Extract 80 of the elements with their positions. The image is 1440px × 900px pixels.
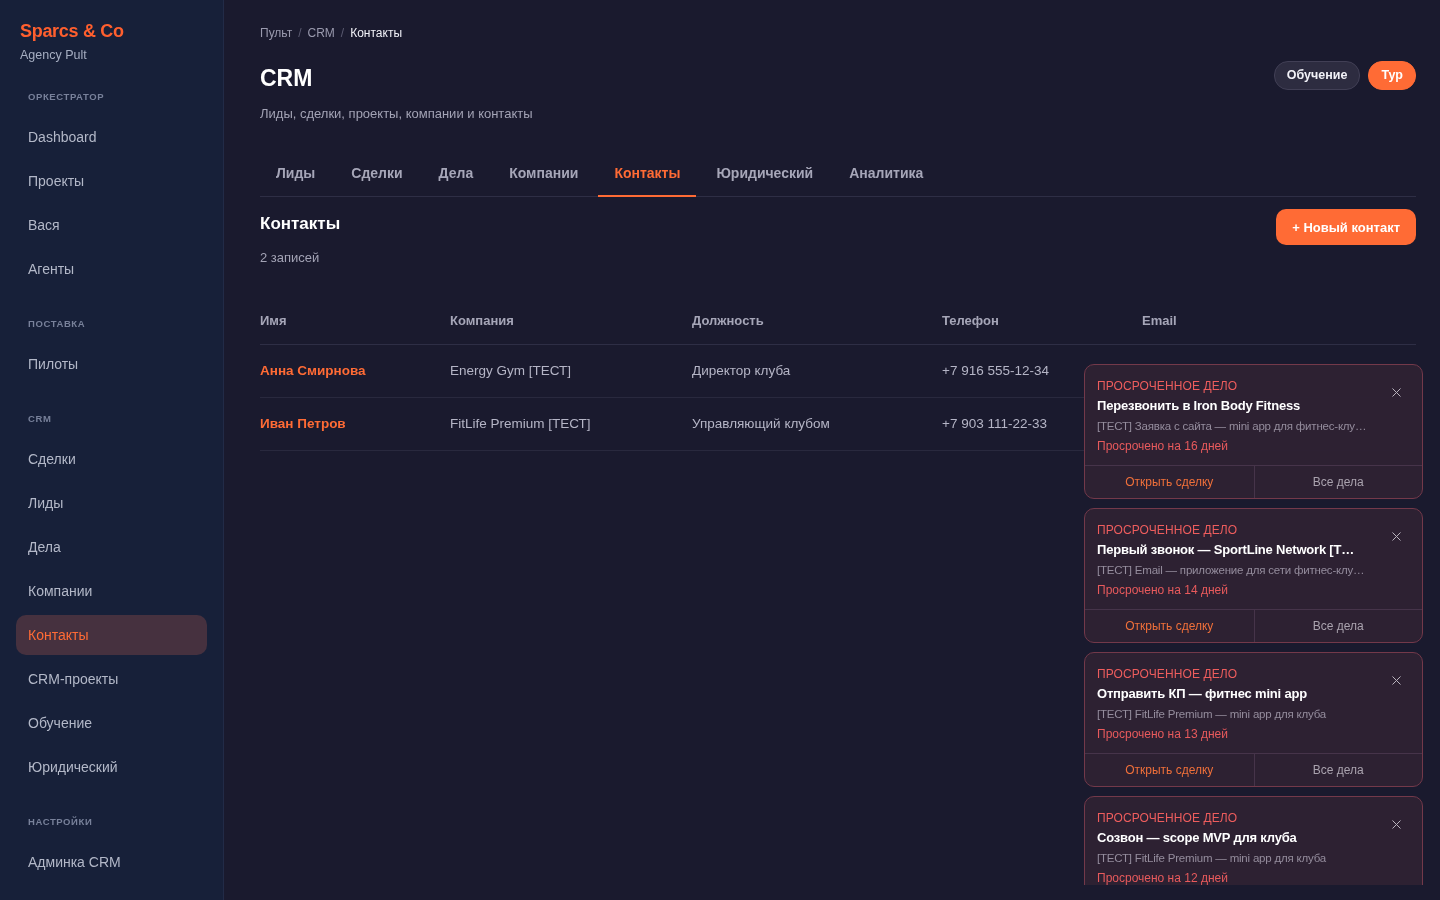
sidebar-item[interactable]: Пилоты bbox=[16, 344, 207, 384]
notification-label: ПРОСРОЧЕННОЕ ДЕЛО bbox=[1097, 378, 1238, 395]
brand-name: Sparcs & Co bbox=[20, 20, 124, 42]
table-cell: Директор клуба bbox=[692, 363, 791, 378]
notification-description: [ТЕСТ] Заявка с сайта — mini app для фитнес-клу… bbox=[1097, 419, 1367, 434]
notification-title: Отправить КП — фитнес mini app bbox=[1097, 685, 1307, 703]
notification-action-button[interactable]: Открыть сделку bbox=[1085, 754, 1254, 786]
sidebar-item[interactable]: Обучение bbox=[16, 703, 207, 743]
notification-description: [ТЕСТ] FitLife Premium — mini app для клуба bbox=[1097, 707, 1326, 722]
sidebar-item[interactable]: Дела bbox=[16, 527, 207, 567]
page-title: CRM bbox=[260, 64, 313, 92]
section-heading: ОРКЕСТРАТОР bbox=[28, 90, 105, 104]
record-count: 2 записей bbox=[260, 249, 320, 267]
sidebar-item[interactable]: Вася bbox=[16, 205, 207, 245]
sidebar-item[interactable]: CRM-проекты bbox=[16, 659, 207, 699]
section-title: Контакты bbox=[260, 213, 341, 235]
sidebar-item[interactable]: Лиды bbox=[16, 483, 207, 523]
breadcrumb-separator: / bbox=[340, 25, 345, 41]
tab[interactable]: Юридический bbox=[700, 151, 830, 197]
tab[interactable]: Аналитика bbox=[833, 151, 940, 197]
brand-subtitle: Agency Pult bbox=[20, 47, 87, 63]
notification-description: [ТЕСТ] FitLife Premium — mini app для клуба bbox=[1097, 851, 1326, 866]
section-heading: ПОСТАВКА bbox=[28, 317, 86, 331]
notification-action-button[interactable]: Открыть сделку bbox=[1085, 466, 1254, 498]
breadcrumb-link[interactable]: CRM bbox=[307, 25, 335, 41]
table-cell: FitLife Premium [ТЕСТ] bbox=[450, 416, 591, 431]
sidebar-item[interactable]: Контакты bbox=[16, 615, 207, 655]
notification-title: Созвон — scope MVP для клуба bbox=[1097, 829, 1297, 847]
close-button[interactable] bbox=[1389, 385, 1404, 400]
notification-action-button[interactable]: Все дела bbox=[1253, 466, 1422, 498]
page-subtitle: Лиды, сделки, проекты, компании и контакты bbox=[260, 105, 534, 123]
overdue-text: Просрочено на 14 дней bbox=[1097, 582, 1228, 598]
breadcrumb-link[interactable]: Пульт bbox=[260, 25, 293, 41]
tab[interactable]: Компании bbox=[493, 151, 595, 197]
section-heading: CRM bbox=[28, 412, 52, 426]
sidebar-item[interactable]: Сделки bbox=[16, 439, 207, 479]
tab[interactable]: Контакты bbox=[598, 151, 697, 197]
breadcrumb-link[interactable]: Контакты bbox=[350, 25, 403, 41]
notification-title: Первый звонок — SportLine Network [Т… bbox=[1097, 541, 1354, 559]
close-button[interactable] bbox=[1389, 673, 1404, 688]
overdue-text: Просрочено на 13 дней bbox=[1097, 726, 1228, 742]
contact-name-link[interactable]: Иван Петров bbox=[260, 416, 346, 431]
overdue-text: Просрочено на 12 дней bbox=[1097, 870, 1228, 885]
notification-label: ПРОСРОЧЕННОЕ ДЕЛО bbox=[1097, 666, 1238, 683]
breadcrumb-separator: / bbox=[298, 25, 302, 41]
table-cell: Управляющий клубом bbox=[692, 416, 830, 431]
sidebar-item[interactable]: Агенты bbox=[16, 249, 207, 289]
overdue-text: Просрочено на 16 дней bbox=[1097, 438, 1228, 454]
sidebar-item[interactable]: Компании bbox=[16, 571, 207, 611]
column-header: Имя bbox=[260, 313, 287, 328]
notification-label: ПРОСРОЧЕННОЕ ДЕЛО bbox=[1097, 522, 1238, 539]
close-icon bbox=[1389, 385, 1404, 400]
tab[interactable]: Дела bbox=[422, 151, 490, 197]
sidebar-item[interactable]: Проекты bbox=[16, 161, 207, 201]
notification-title: Перезвонить в Iron Body Fitness bbox=[1097, 397, 1300, 415]
sidebar-item[interactable]: Юридический bbox=[16, 747, 207, 787]
sidebar-item[interactable]: Dashboard bbox=[16, 117, 207, 157]
header-button[interactable]: Обучение bbox=[1273, 60, 1361, 90]
table-cell: +7 916 555-12-34 bbox=[942, 363, 1049, 378]
sidebar-item[interactable]: Админка CRM bbox=[16, 842, 207, 882]
notification-action-button[interactable]: Все дела bbox=[1253, 610, 1422, 642]
close-icon bbox=[1389, 673, 1404, 688]
table-cell: +7 903 111-22-33 bbox=[942, 416, 1047, 431]
notification-action-button[interactable]: Все дела bbox=[1253, 754, 1422, 786]
notification-label: ПРОСРОЧЕННОЕ ДЕЛО bbox=[1097, 810, 1238, 827]
close-button[interactable] bbox=[1389, 529, 1404, 544]
column-header: Компания bbox=[450, 313, 514, 328]
contact-name-link[interactable]: Анна Смирнова bbox=[260, 363, 366, 378]
table-cell: Energy Gym [ТЕСТ] bbox=[450, 363, 572, 378]
notification-action-button[interactable]: Открыть сделку bbox=[1085, 610, 1254, 642]
close-icon bbox=[1389, 529, 1404, 544]
column-header: Email bbox=[1142, 313, 1177, 328]
tab[interactable]: Лиды bbox=[260, 151, 332, 197]
section-heading: НАСТРОЙКИ bbox=[28, 815, 93, 829]
close-button[interactable] bbox=[1389, 817, 1404, 832]
notification-description: [ТЕСТ] Email — приложение для сети фитнес-клу… bbox=[1097, 563, 1365, 578]
column-header: Телефон bbox=[942, 313, 999, 328]
close-icon bbox=[1389, 817, 1404, 832]
column-header: Должность bbox=[692, 313, 764, 328]
tab[interactable]: Сделки bbox=[335, 151, 419, 197]
